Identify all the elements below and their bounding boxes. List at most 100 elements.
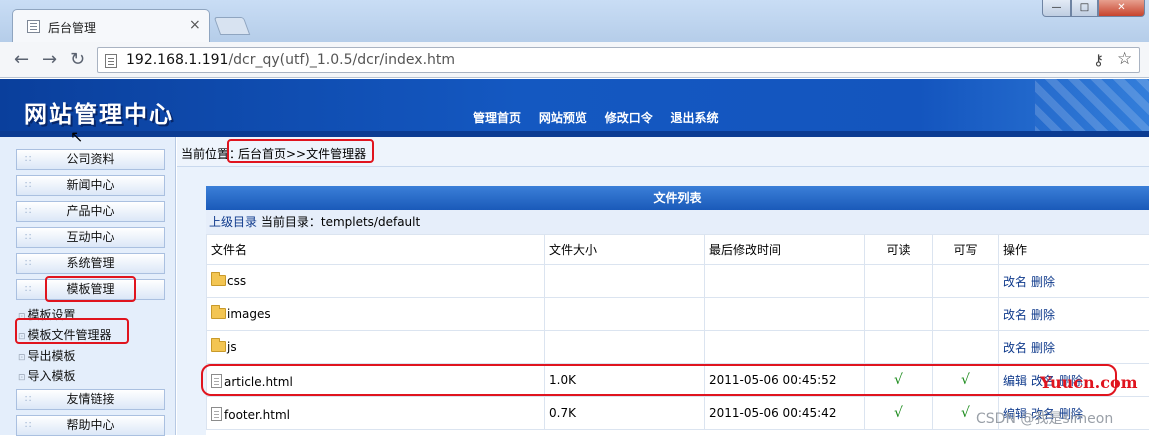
nav-password-link[interactable]: 修改口令 <box>605 109 653 126</box>
parent-directory-link[interactable]: 上级目录 <box>209 215 257 229</box>
file-mtime-cell <box>705 331 865 364</box>
file-name-cell[interactable]: footer.html <box>207 397 545 430</box>
sidebar-item-interaction[interactable]: ∷互动中心 <box>16 227 165 248</box>
file-size-cell: 0.7K <box>545 397 705 430</box>
file-read-cell <box>865 265 933 298</box>
top-nav: 管理首页 网站预览 修改口令 退出系统 <box>473 109 733 126</box>
panel-title: 文件列表 <box>206 186 1149 210</box>
directory-row: 上级目录 当前目录：templets/default <box>206 210 1149 234</box>
nav-preview-link[interactable]: 网站预览 <box>539 109 587 126</box>
close-window-button[interactable]: ✕ <box>1098 0 1145 17</box>
sidebar-item-help[interactable]: ∷帮助中心 <box>16 415 165 436</box>
file-name-cell[interactable]: js <box>207 331 545 364</box>
delete-link[interactable]: 删除 <box>1031 275 1055 289</box>
col-filesize: 文件大小 <box>545 235 705 265</box>
col-filename: 文件名 <box>207 235 545 265</box>
sidebar-sub-template-settings[interactable]: 模板设置 <box>18 306 76 323</box>
file-actions-cell: 改名删除 <box>999 265 1149 298</box>
sidebar-item-links[interactable]: ∷友情链接 <box>16 389 165 410</box>
new-tab-button[interactable] <box>214 17 251 35</box>
site-logo: 网站管理中心 <box>24 95 174 129</box>
current-directory-path: templets/default <box>321 215 420 229</box>
close-tab-icon[interactable]: × <box>189 17 201 33</box>
file-read-cell <box>865 331 933 364</box>
file-name-cell[interactable]: images <box>207 298 545 331</box>
col-readable: 可读 <box>865 235 933 265</box>
maximize-button[interactable]: □ <box>1071 0 1098 17</box>
delete-link[interactable]: 删除 <box>1031 341 1055 355</box>
file-name-cell[interactable]: css <box>207 265 545 298</box>
file-table: 文件名 文件大小 最后修改时间 可读 可写 操作 css 改名删除 images <box>206 234 1149 430</box>
file-write-cell: √ <box>933 364 999 397</box>
sidebar-sub-import-template[interactable]: 导入模板 <box>18 367 76 384</box>
key-icon[interactable]: ⚷ <box>1093 51 1104 69</box>
folder-icon <box>211 275 226 286</box>
file-read-cell: √ <box>865 397 933 430</box>
file-write-cell <box>933 265 999 298</box>
table-row: article.html 1.0K 2011-05-06 00:45:52 √ … <box>207 364 1149 397</box>
delete-link[interactable]: 删除 <box>1031 308 1055 322</box>
forward-arrow-icon[interactable]: → <box>42 49 57 70</box>
file-name-cell[interactable]: article.html <box>207 364 545 397</box>
bullet-icon: ∷ <box>25 390 31 409</box>
watermark-site: Yuucn.com <box>1040 373 1138 392</box>
file-write-cell <box>933 331 999 364</box>
bullet-icon: ∷ <box>25 280 31 299</box>
mouse-cursor-icon: ↖ <box>70 127 83 146</box>
cms-header: 网站管理中心 管理首页 网站预览 修改口令 退出系统 <box>0 79 1149 137</box>
sidebar-item-news[interactable]: ∷新闻中心 <box>16 175 165 196</box>
file-icon <box>211 374 222 388</box>
file-read-cell: √ <box>865 364 933 397</box>
bullet-icon: ∷ <box>25 176 31 195</box>
file-write-cell <box>933 298 999 331</box>
file-read-cell <box>865 298 933 331</box>
col-modified: 最后修改时间 <box>705 235 865 265</box>
folder-icon <box>211 308 226 319</box>
main-content: 当前位置： 后台首页>>文件管理器 文件列表 上级目录 当前目录：templet… <box>177 137 1149 435</box>
rename-link[interactable]: 改名 <box>1003 275 1027 289</box>
browser-tab[interactable]: 后台管理 × <box>12 9 210 42</box>
edit-link[interactable]: 编辑 <box>1003 374 1027 388</box>
sidebar-item-products[interactable]: ∷产品中心 <box>16 201 165 222</box>
sidebar-sub-template-file-manager[interactable]: 模板文件管理器 <box>18 326 112 343</box>
window-controls: — □ ✕ <box>1042 0 1146 18</box>
watermark-csdn: CSDN @我是simeon <box>976 408 1113 428</box>
table-row: js 改名删除 <box>207 331 1149 364</box>
nav-home-link[interactable]: 管理首页 <box>473 109 521 126</box>
rename-link[interactable]: 改名 <box>1003 308 1027 322</box>
file-mtime-cell <box>705 298 865 331</box>
keyboard-decoration <box>1035 79 1149 137</box>
nav-logout-link[interactable]: 退出系统 <box>671 109 719 126</box>
reload-icon[interactable]: ↻ <box>70 49 85 70</box>
bullet-icon: ∷ <box>25 202 31 221</box>
rename-link[interactable]: 改名 <box>1003 341 1027 355</box>
current-directory-label: 当前目录： <box>261 215 321 229</box>
bullet-icon: ∷ <box>25 416 31 435</box>
col-writable: 可写 <box>933 235 999 265</box>
bullet-icon: ∷ <box>25 150 31 169</box>
back-arrow-icon[interactable]: ← <box>14 49 29 70</box>
file-size-cell <box>545 298 705 331</box>
file-size-cell <box>545 265 705 298</box>
file-actions-cell: 改名删除 <box>999 298 1149 331</box>
browser-tabbar: 后台管理 × — □ ✕ <box>0 0 1149 42</box>
address-bar[interactable]: 192.168.1.191/dcr_qy(utf)_1.0.5/dcr/inde… <box>97 47 1140 73</box>
folder-icon <box>211 341 226 352</box>
breadcrumb-label: 当前位置： <box>181 145 241 162</box>
bullet-icon: ∷ <box>25 254 31 273</box>
sidebar-sub-export-template[interactable]: 导出模板 <box>18 347 76 364</box>
table-row: images 改名删除 <box>207 298 1149 331</box>
breadcrumb-path[interactable]: 后台首页>>文件管理器 <box>238 145 366 162</box>
sidebar-item-system[interactable]: ∷系统管理 <box>16 253 165 274</box>
minimize-button[interactable]: — <box>1042 0 1071 17</box>
sidebar-item-company[interactable]: ∷公司资料 <box>16 149 165 170</box>
page-favicon-icon <box>27 20 40 33</box>
col-actions: 操作 <box>999 235 1149 265</box>
sidebar-item-templates[interactable]: ∷模板管理 <box>16 279 165 300</box>
file-actions-cell: 改名删除 <box>999 331 1149 364</box>
table-header-row: 文件名 文件大小 最后修改时间 可读 可写 操作 <box>207 235 1149 265</box>
bookmark-star-icon[interactable]: ☆ <box>1117 49 1132 69</box>
file-mtime-cell <box>705 265 865 298</box>
file-size-cell: 1.0K <box>545 364 705 397</box>
tab-title: 后台管理 <box>48 19 96 36</box>
